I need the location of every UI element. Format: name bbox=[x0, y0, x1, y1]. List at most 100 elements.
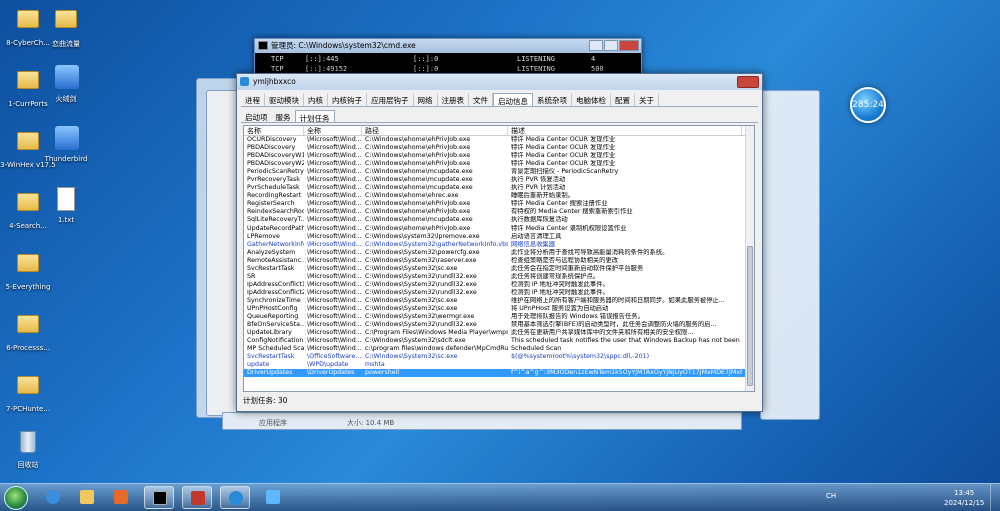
table-row[interactable]: GatherNetworkInfo \Microsoft\Wind... C:\Wi… bbox=[244, 241, 754, 249]
cmd-title-bar[interactable]: 管理员: C:\Windows\system32\cmd.exe bbox=[255, 39, 641, 53]
subtab[interactable]: 服务 bbox=[272, 110, 295, 122]
desktop-icon[interactable]: 1.txt bbox=[38, 187, 94, 224]
taskbar-active-app[interactable] bbox=[220, 486, 250, 509]
table-cell: $(@%systemroot%\system32\sppc.dll,-201) bbox=[511, 353, 650, 361]
tab[interactable]: 驱动模块 bbox=[265, 93, 304, 106]
table-row[interactable]: IpAddressConflict1 \Microsoft\Wind... C:\W… bbox=[244, 281, 754, 289]
tab[interactable]: 文件 bbox=[469, 93, 493, 106]
table-row[interactable]: UPnPHostConfig \Microsoft\Wind... C:\Windo… bbox=[244, 305, 754, 313]
subtab[interactable]: 计划任务 bbox=[294, 110, 335, 123]
tab[interactable]: 应用层钩子 bbox=[367, 93, 414, 106]
start-button[interactable] bbox=[4, 486, 28, 510]
desktop-icon[interactable]: 6-Processs... bbox=[0, 309, 56, 352]
table-row[interactable]: UpdateLibrary \Microsoft\Wind... C:\Progra… bbox=[244, 329, 754, 337]
table-row[interactable]: PBDADiscovery \Microsoft\Wind... C:\Window… bbox=[244, 144, 754, 152]
taskbar-media[interactable] bbox=[106, 486, 136, 509]
table-row[interactable]: DriverUpdates \DriverUpdates powershell f^i… bbox=[244, 369, 754, 378]
table-cell: \Microsoft\Wind... bbox=[307, 345, 362, 353]
table-cell: 检测到 IP 地址冲突时触发此事件。 bbox=[511, 288, 609, 296]
table-cell: 执行 PVR 恢复活动 bbox=[511, 176, 566, 184]
tab[interactable]: 内核钩子 bbox=[328, 93, 367, 106]
table-row[interactable]: PBDADiscoveryW2 \Microsoft\Wind... C:\Wind… bbox=[244, 160, 754, 168]
folder-icon bbox=[17, 315, 39, 341]
table-row[interactable]: IpAddressConflict2 \Microsoft\Wind... C:\W… bbox=[244, 289, 754, 297]
close-button[interactable] bbox=[737, 76, 759, 88]
table-row[interactable]: QueueReporting \Microsoft\Wind... C:\Windo… bbox=[244, 313, 754, 321]
table-row[interactable]: PvrScheduleTask \Microsoft\Wind... C:\Wind… bbox=[244, 184, 754, 192]
tab[interactable]: 网络 bbox=[414, 93, 438, 106]
list-header: 名称 全称 路径 描述 bbox=[244, 126, 754, 136]
show-desktop-button[interactable] bbox=[990, 484, 1000, 511]
taskbar-app2[interactable] bbox=[258, 486, 288, 509]
tab[interactable]: 进程 bbox=[241, 93, 265, 106]
folder-icon bbox=[55, 10, 77, 36]
taskbar-ie[interactable] bbox=[38, 486, 68, 509]
table-row[interactable]: update \WPD\update mshta bbox=[244, 361, 754, 369]
table-cell: ConfigNotification bbox=[247, 337, 304, 345]
tab[interactable]: 内核 bbox=[304, 93, 328, 106]
desktop-icon[interactable]: Thunderbird bbox=[38, 126, 94, 163]
tab[interactable]: 注册表 bbox=[438, 93, 469, 106]
table-row[interactable]: MP Scheduled Scan \Microsoft\Wind... c:\pr… bbox=[244, 345, 754, 353]
tab[interactable]: 关于 bbox=[635, 93, 659, 106]
desktop-icon-label: 恋曲流量 bbox=[52, 40, 80, 48]
vertical-scrollbar[interactable] bbox=[745, 126, 754, 391]
subtab[interactable]: 启动项 bbox=[241, 110, 272, 122]
table-cell: \Microsoft\Wind... bbox=[307, 168, 362, 176]
table-cell: \Microsoft\Wind... bbox=[307, 208, 362, 216]
desktop-icon[interactable]: 回收站 bbox=[0, 431, 56, 470]
desktop-gadget[interactable]: 285:24 bbox=[850, 87, 886, 123]
table-cell: 特许 Media Center OCUR 发现作业 bbox=[511, 136, 616, 143]
taskbar-clock[interactable]: 13:45 2024/12/15 bbox=[944, 488, 984, 508]
table-row[interactable]: LPRemove \Microsoft\Wind... C:\Windows\sys… bbox=[244, 233, 754, 241]
table-cell: \DriverUpdates bbox=[307, 369, 355, 377]
table-row[interactable]: SqlLiteRecoveryT... \Microsoft\Wind... C:\… bbox=[244, 216, 754, 224]
table-row[interactable]: SvcRestartTask \Microsoft\Wind... C:\Windo… bbox=[244, 265, 754, 273]
desktop-icon[interactable]: 火绒剑 bbox=[38, 65, 94, 104]
table-cell: \Microsoft\Wind... bbox=[307, 280, 362, 288]
column-header[interactable]: 路径 bbox=[362, 126, 508, 135]
column-header[interactable]: 名称 bbox=[244, 126, 304, 135]
table-row[interactable]: SynchronizeTime \Microsoft\Wind... C:\Wind… bbox=[244, 297, 754, 305]
task-list[interactable]: 名称 全称 路径 描述 OCURDiscovery \Microsoft\Wind...… bbox=[243, 125, 755, 392]
table-row[interactable]: RegisterSearch \Microsoft\Wind... C:\Windo… bbox=[244, 200, 754, 208]
minimize-button[interactable] bbox=[589, 40, 603, 51]
table-row[interactable]: SR \Microsoft\Wind... C:\Windows\System32\… bbox=[244, 273, 754, 281]
taskbar-explorer[interactable] bbox=[72, 486, 102, 509]
taskbar-cmd[interactable] bbox=[144, 486, 174, 509]
tab[interactable]: 启动信息 bbox=[493, 93, 533, 106]
taskbar-app[interactable] bbox=[182, 486, 212, 509]
table-row[interactable]: ReindexSearchRoot \Microsoft\Wind... C:\Wi… bbox=[244, 208, 754, 216]
tab[interactable]: 系统杂项 bbox=[533, 93, 572, 106]
table-row[interactable]: BfeOnServiceSta... \Microsoft\Wind... C:\W… bbox=[244, 321, 754, 329]
folder-icon bbox=[17, 254, 39, 280]
column-header[interactable]: 全称 bbox=[304, 126, 362, 135]
table-row[interactable]: ConfigNotification \Microsoft\Wind... C:\W… bbox=[244, 337, 754, 345]
tray-language[interactable]: CH bbox=[826, 492, 836, 500]
table-cell: 禁用基本筛选引擎(BFE)的启动类型时，此任务会调整防火墙的服务的启... bbox=[511, 321, 717, 329]
folder-icon bbox=[17, 132, 39, 158]
desktop-icon[interactable]: 7-PCHunte... bbox=[0, 370, 56, 413]
close-button[interactable] bbox=[619, 40, 639, 51]
table-cell: OCURDiscovery bbox=[247, 136, 297, 143]
tab[interactable]: 电脑体检 bbox=[572, 93, 611, 106]
main-title-bar[interactable]: ymljhbxxco bbox=[237, 74, 762, 90]
table-row[interactable]: AnalyzeSystem \Microsoft\Wind... C:\Window… bbox=[244, 249, 754, 257]
desktop-icon[interactable]: 5-Everything bbox=[0, 248, 56, 291]
table-row[interactable]: SvcRestartTask \OfficeSoftware... C:\Windo… bbox=[244, 353, 754, 361]
table-row[interactable]: UpdateRecordPath \Microsoft\Wind... C:\Win… bbox=[244, 225, 754, 233]
main-window[interactable]: ymljhbxxco 进程 驱动模块 内核 内核钩子 应用层钩子 网络 注册表 文件 启动信息系… bbox=[236, 73, 763, 412]
table-row[interactable]: PvrRecoveryTask \Microsoft\Wind... C:\Wind… bbox=[244, 176, 754, 184]
table-row[interactable]: PeriodicScanRetry \Microsoft\Wind... C:\Wi… bbox=[244, 168, 754, 176]
column-header[interactable]: 描述 bbox=[508, 126, 742, 135]
table-row[interactable]: PBDADiscoveryW1 \Microsoft\Wind... C:\Wind… bbox=[244, 152, 754, 160]
table-cell: RecordingRestart bbox=[247, 192, 302, 200]
table-cell: C:\Windows\ehome\mcupdate.exe bbox=[365, 176, 473, 184]
scroll-thumb[interactable] bbox=[747, 246, 753, 386]
desktop-icon[interactable]: 恋曲流量 bbox=[38, 4, 94, 49]
table-row[interactable]: OCURDiscovery \Microsoft\Wind... C:\Window… bbox=[244, 136, 754, 144]
tab[interactable]: 配置 bbox=[611, 93, 635, 106]
maximize-button[interactable] bbox=[604, 40, 618, 51]
table-row[interactable]: RecordingRestart \Microsoft\Wind... C:\Win… bbox=[244, 192, 754, 200]
table-row[interactable]: RemoteAssistanc... \Microsoft\Wind... C:\W… bbox=[244, 257, 754, 265]
